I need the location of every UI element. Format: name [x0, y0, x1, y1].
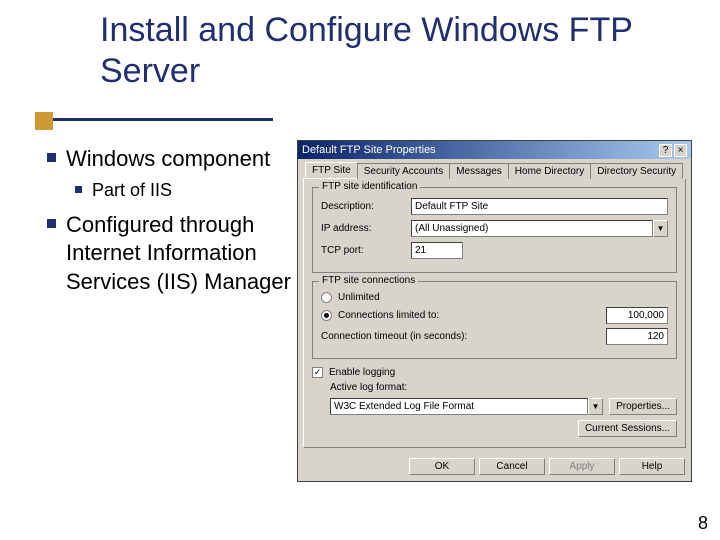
ip-address-combo[interactable]: ▼: [411, 220, 668, 237]
bullet-1a-text: Part of IIS: [92, 180, 172, 201]
slide-title-region: Install and Configure Windows FTP Server: [35, 10, 675, 92]
title-accent-square: [35, 112, 53, 130]
properties-button[interactable]: Properties...: [609, 398, 677, 415]
logging-subgroup: Active log format: ▼ Properties...: [330, 382, 677, 415]
radio-limited-row[interactable]: Connections limited to:: [321, 307, 668, 324]
radio-icon[interactable]: [321, 310, 332, 321]
group-connections: FTP site connections Unlimited Connectio…: [312, 281, 677, 359]
bullet-2-text: Configured through Internet Information …: [66, 211, 297, 297]
bullet-2: Configured through Internet Information …: [47, 211, 297, 297]
radio-unlimited-row[interactable]: Unlimited: [321, 292, 668, 303]
timeout-field[interactable]: [606, 328, 668, 345]
radio-icon[interactable]: [321, 292, 332, 303]
description-label: Description:: [321, 201, 411, 212]
chevron-down-icon[interactable]: ▼: [653, 220, 668, 237]
bullet-icon: [75, 186, 82, 193]
log-format-label: Active log format:: [330, 382, 434, 393]
tab-strip: FTP Site Security Accounts Messages Home…: [303, 162, 686, 178]
tab-ftp-site[interactable]: FTP Site: [305, 162, 358, 178]
tab-home-directory[interactable]: Home Directory: [508, 163, 591, 179]
bullet-icon: [47, 219, 56, 228]
tcp-port-label: TCP port:: [321, 245, 411, 256]
bullet-icon: [47, 153, 56, 162]
ok-button[interactable]: OK: [409, 458, 475, 475]
slide-body: Windows component Part of IIS Configured…: [47, 145, 297, 300]
tab-panel: FTP site identification Description: IP …: [303, 178, 686, 448]
group-identification: FTP site identification Description: IP …: [312, 187, 677, 273]
chevron-down-icon[interactable]: ▼: [588, 398, 603, 415]
group-identification-title: FTP site identification: [319, 181, 420, 192]
ip-address-label: IP address:: [321, 223, 411, 234]
close-icon[interactable]: ×: [674, 144, 687, 157]
group-connections-title: FTP site connections: [319, 275, 418, 286]
log-format-field[interactable]: [330, 398, 588, 415]
dialog-button-row: OK Cancel Apply Help: [298, 458, 691, 481]
help-button[interactable]: Help: [619, 458, 685, 475]
connections-limit-field[interactable]: [606, 307, 668, 324]
slide-number: 8: [698, 513, 708, 534]
tab-messages[interactable]: Messages: [449, 163, 509, 179]
tab-directory-security[interactable]: Directory Security: [590, 163, 683, 179]
enable-logging-row[interactable]: ✓ Enable logging: [312, 367, 677, 378]
ftp-properties-dialog: Default FTP Site Properties ? × FTP Site…: [297, 140, 692, 482]
current-sessions-button[interactable]: Current Sessions...: [578, 420, 677, 437]
dialog-title: Default FTP Site Properties: [302, 144, 659, 156]
tab-security-accounts[interactable]: Security Accounts: [357, 163, 450, 179]
description-field[interactable]: [411, 198, 668, 215]
dialog-titlebar[interactable]: Default FTP Site Properties ? ×: [298, 141, 691, 159]
enable-logging-label: Enable logging: [329, 367, 395, 378]
radio-limited-label: Connections limited to:: [338, 310, 600, 321]
bullet-1a: Part of IIS: [75, 180, 297, 201]
help-icon[interactable]: ?: [659, 144, 672, 157]
bullet-1: Windows component: [47, 145, 297, 174]
apply-button[interactable]: Apply: [549, 458, 615, 475]
bullet-1-text: Windows component: [66, 145, 270, 174]
ip-address-field[interactable]: [411, 220, 653, 237]
radio-unlimited-label: Unlimited: [338, 292, 380, 303]
slide-title: Install and Configure Windows FTP Server: [100, 10, 675, 92]
tcp-port-field[interactable]: [411, 242, 463, 259]
log-format-combo[interactable]: ▼: [330, 398, 603, 415]
timeout-label: Connection timeout (in seconds):: [321, 331, 606, 342]
title-underline: [35, 118, 273, 121]
checkbox-icon[interactable]: ✓: [312, 367, 323, 378]
cancel-button[interactable]: Cancel: [479, 458, 545, 475]
